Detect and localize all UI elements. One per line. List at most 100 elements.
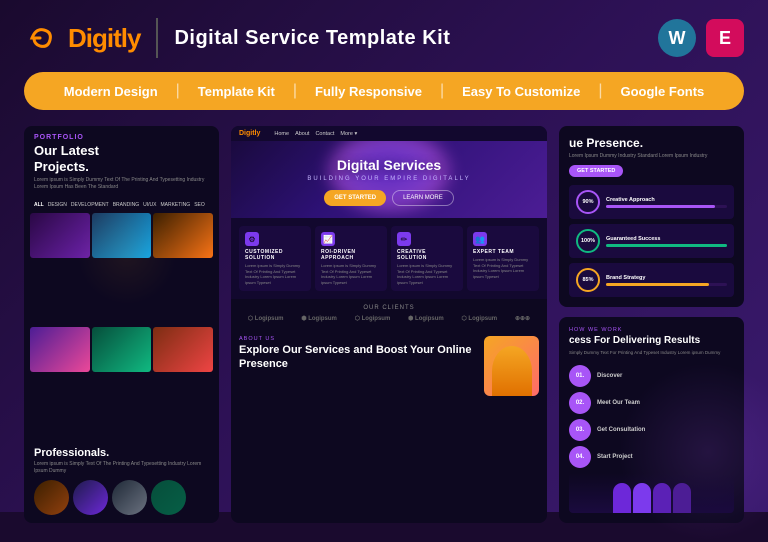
logo-area: Digitly (24, 20, 140, 56)
stat-info-2: Guaranteed Success (606, 236, 727, 247)
professionals-title: Professionals. (34, 447, 209, 459)
portfolio-item-1 (30, 213, 90, 258)
get-started-button[interactable]: GET STARTED (324, 190, 386, 206)
logo-text: Digitly (68, 23, 140, 54)
feature-easy-customize: Easy To Customize (444, 84, 598, 99)
header-divider (156, 18, 158, 58)
step-label-2: Meet Our Team (597, 400, 640, 406)
filter-design[interactable]: DESIGN (48, 202, 67, 208)
step-item-2: 02. Meet Our Team (569, 392, 734, 414)
avatar-2 (73, 480, 108, 515)
wordpress-icon[interactable]: W (658, 19, 696, 57)
learn-more-button[interactable]: LEARN MORE (392, 190, 454, 206)
portfolio-grid (24, 213, 219, 439)
header-icons: W E (658, 19, 744, 57)
header-title: Digital Service Template Kit (174, 27, 450, 50)
hero-title: Digital Services (243, 157, 535, 173)
step-label-3: Get Consultation (597, 427, 645, 433)
about-text: ABOUT US Explore Our Services and Boost … (239, 336, 476, 396)
filter-uiux[interactable]: UI/UX (143, 202, 156, 208)
stat-info-1: Creative Approach (606, 197, 727, 208)
person-1 (613, 483, 631, 513)
people-silhouette (613, 483, 691, 513)
nav-more[interactable]: More ▾ (340, 131, 357, 137)
portfolio-item-3 (153, 213, 213, 258)
person-3 (653, 483, 671, 513)
stat-circle-1: 90% (576, 190, 600, 214)
delivering-label: HOW WE WORK (569, 327, 734, 333)
stats-list: 90% Creative Approach 100% Guaranteed Su… (569, 185, 734, 297)
filter-branding[interactable]: BRANDING (113, 202, 139, 208)
stat-bar-fill-3 (606, 283, 709, 286)
hero-buttons: GET STARTED LEARN MORE (243, 190, 535, 206)
preview-right-panel: ue Presence. Lorem Ipsum Dummy Industry … (559, 126, 744, 523)
client-logo-2: ⬢ Logipsum (301, 315, 337, 322)
clients-logos: ⬡ Logipsum ⬢ Logipsum ⬡ Logipsum ⬢ Logip… (239, 315, 539, 322)
stat-name-3: Brand Strategy (606, 275, 727, 281)
presence-title: ue Presence. (569, 136, 734, 150)
stat-info-3: Brand Strategy (606, 275, 727, 286)
nav-contact[interactable]: Contact (315, 131, 334, 137)
steps-list: 01. Discover 02. Meet Our Team 03. Get C… (569, 365, 734, 468)
presence-desc: Lorem Ipsum Dummy Industry Standard Lore… (569, 153, 734, 159)
stat-bar-fill-2 (606, 244, 727, 247)
stat-name-2: Guaranteed Success (606, 236, 727, 242)
filter-seo[interactable]: SEO (194, 202, 205, 208)
portfolio-label: PORTFOLIO (34, 134, 209, 141)
stat-item-1: 90% Creative Approach (569, 185, 734, 219)
service-desc-4: Lorem ipsum is Simply Dummy Text Of Prin… (473, 257, 533, 279)
filter-all[interactable]: ALL (34, 202, 44, 208)
person-4 (673, 483, 691, 513)
portfolio-desc: Lorem ipsum is Simply Dummy Text Of The … (34, 177, 209, 191)
feature-responsive: Fully Responsive (297, 84, 440, 99)
logo-icon (24, 20, 60, 56)
about-label: ABOUT US (239, 336, 476, 342)
stat-bar-fill-1 (606, 205, 715, 208)
step-circle-4: 04. (569, 446, 591, 468)
feature-modern-design: Modern Design (46, 84, 176, 99)
service-card-1: ⚙ CUSTOMIZED SOLUTION Lorem ipsum is Sim… (239, 226, 311, 291)
step-people-image (569, 473, 734, 513)
about-person (492, 346, 532, 396)
filter-dev[interactable]: DEVELOPMENT (71, 202, 109, 208)
service-title-1: CUSTOMIZED SOLUTION (245, 249, 305, 261)
service-card-3: ✏ CREATIVE SOLUTION Lorem ipsum is Simpl… (391, 226, 463, 291)
client-logo-5: ⬡ Logipsum (462, 315, 498, 322)
portfolio-item-6 (153, 327, 213, 372)
professionals-desc: Lorem ipsum is Simply Text Of The Printi… (34, 461, 209, 475)
portfolio-item-2 (92, 213, 152, 258)
hero-section: Digital Services BUILDING YOUR EMPIRE DI… (231, 141, 547, 218)
service-icon-3: ✏ (397, 232, 411, 246)
service-desc-1: Lorem ipsum is Simply Dummy Text Of Prin… (245, 263, 305, 285)
filter-marketing[interactable]: MARKETING (160, 202, 190, 208)
about-section: ABOUT US Explore Our Services and Boost … (231, 328, 547, 404)
step-label-4: Start Project (597, 454, 633, 460)
nav-home[interactable]: Home (274, 131, 289, 137)
portfolio-item-4 (30, 327, 90, 372)
preview-left-panel: PORTFOLIO Our LatestProjects. Lorem ipsu… (24, 126, 219, 523)
nav-about[interactable]: About (295, 131, 309, 137)
right-top-section: ue Presence. Lorem Ipsum Dummy Industry … (559, 126, 744, 307)
step-item-4: 04. Start Project (569, 446, 734, 468)
stat-bar-bg-3 (606, 283, 727, 286)
elementor-icon[interactable]: E (706, 19, 744, 57)
professionals-section: Professionals. Lorem ipsum is Simply Tex… (24, 439, 219, 523)
center-navbar: Digitly Home About Contact More ▾ (231, 126, 547, 141)
service-icon-1: ⚙ (245, 232, 259, 246)
service-card-4: 👥 EXPERT TEAM Lorem ipsum is Simply Dumm… (467, 226, 539, 291)
prof-avatars (34, 480, 209, 515)
client-logo-6: ⊕⊕⊕ (515, 315, 530, 322)
stat-item-3: 85% Brand Strategy (569, 263, 734, 297)
preview-center-panel: Digitly Home About Contact More ▾ Digita… (231, 126, 547, 523)
features-bar: Modern Design | Template Kit | Fully Res… (24, 72, 744, 110)
step-circle-2: 02. (569, 392, 591, 414)
clients-section: OUR CLIENTS ⬡ Logipsum ⬢ Logipsum ⬡ Logi… (231, 299, 547, 328)
clients-label: OUR CLIENTS (239, 305, 539, 311)
service-desc-3: Lorem ipsum is Simply Dummy Text Of Prin… (397, 263, 457, 285)
service-icon-2: 📈 (321, 232, 335, 246)
step-circle-1: 01. (569, 365, 591, 387)
client-logo-3: ⬡ Logipsum (355, 315, 391, 322)
services-grid: ⚙ CUSTOMIZED SOLUTION Lorem ipsum is Sim… (231, 218, 547, 299)
person-2 (633, 483, 651, 513)
cta-button[interactable]: GET STARTED (569, 165, 623, 177)
